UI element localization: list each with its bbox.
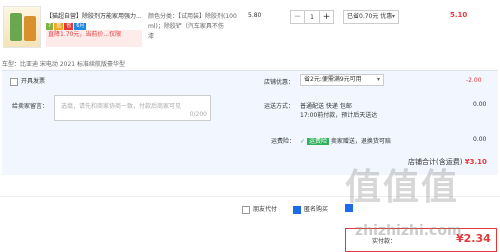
- store-discount-label: 店铺优惠：: [264, 79, 295, 86]
- tag-badge: 蓝: [54, 23, 64, 30]
- shipping-eta: 17:00前付款，预计后天送达: [300, 112, 378, 119]
- pay-amount-value: 2.34: [463, 232, 491, 245]
- tag-badge: 6月: [74, 23, 87, 30]
- tag-badge: 7: [46, 23, 54, 30]
- decrease-button[interactable]: −: [291, 11, 304, 23]
- message-label: 给卖家留言：: [12, 103, 49, 110]
- product-thumbnail[interactable]: [3, 6, 41, 48]
- product-image-scraper: [24, 16, 36, 41]
- watermark-url: zhizhizhi.com: [355, 223, 462, 239]
- spec-line: 漆: [148, 33, 155, 40]
- chevron-down-icon: ▾: [376, 76, 380, 83]
- anonymous-option[interactable]: 匿名购买: [293, 204, 328, 214]
- check-icon: ✓: [300, 138, 306, 145]
- item-total: 5.10: [450, 11, 468, 19]
- shipping-amount: 0.00: [473, 101, 487, 108]
- product-title-text[interactable]: 【猫超自营】除胶剂万能家用强力...: [46, 13, 142, 20]
- store-discount-value: 省2元:便需满9元可用: [304, 76, 362, 83]
- increase-button[interactable]: +: [320, 11, 333, 23]
- return-insurance-amount: 0.00: [473, 136, 487, 143]
- currency-symbol: ¥: [456, 232, 464, 245]
- promo-select-value: 已省0.70元 优惠: [347, 13, 393, 20]
- pay-amount: ¥2.34: [456, 232, 491, 245]
- quantity-stepper[interactable]: − 1 +: [290, 10, 334, 24]
- friend-pay-label: 朋友代付: [253, 206, 278, 213]
- return-insurance-text: 卖家赠送，退换货可赔: [330, 138, 391, 145]
- friend-pay-checkbox[interactable]: [242, 205, 250, 214]
- invoice-label: 开具发票: [21, 78, 46, 85]
- spec-line: 颜色分类：【试用装】除胶剂(100: [148, 13, 237, 20]
- store-discount-select[interactable]: 省2元:便需满9元可用 ▾: [300, 74, 384, 86]
- seller-message-input[interactable]: 选填，请先和商家协商一致，付款后商家可见 0/200: [54, 95, 211, 121]
- return-insurance-label: 运费险：: [271, 138, 296, 145]
- store-discount-amount: -2.00: [466, 77, 482, 84]
- product-image-bottle: [10, 13, 22, 41]
- anonymous-checkbox[interactable]: [293, 205, 301, 214]
- unit-price: 5.80: [248, 12, 262, 19]
- product-spec: 颜色分类：【试用装】除胶剂(100 ml)；除胶铲（汽车家具不伤 漆: [148, 12, 243, 42]
- watermark-logo: 值值值: [345, 167, 460, 208]
- pay-label: 实付款：: [372, 238, 397, 245]
- benefit-banner: 直降1.70元，当前价...仅限: [46, 30, 142, 47]
- shipping-label: 运送方式：: [264, 103, 295, 110]
- vehicle-info: 车型：比亚迪 宋电动 2021 标准续航版豪华型: [2, 61, 125, 68]
- invoice-option[interactable]: 开具发票: [10, 76, 45, 86]
- return-insurance-option[interactable]: ✓ 运费险 卖家赠送，退换货可赔: [300, 136, 391, 145]
- message-counter: 0/200: [189, 111, 207, 118]
- return-insurance-badge: 运费险: [306, 138, 329, 145]
- shipping-method: 普通配送 快递 包邮: [300, 103, 352, 110]
- quantity-value[interactable]: 1: [304, 11, 320, 23]
- tag-badge: 省: [64, 23, 74, 30]
- invoice-checkbox[interactable]: [10, 77, 18, 86]
- promo-select[interactable]: 已省0.70元 优惠 ▾: [343, 10, 399, 24]
- spec-line: ml)；除胶铲（汽车家具不伤: [148, 23, 224, 30]
- anonymous-label: 匿名购买: [304, 206, 329, 213]
- message-placeholder: 选填，请先和商家协商一致，付款后商家可见: [61, 103, 182, 110]
- chevron-down-icon: ▾: [391, 13, 395, 20]
- friend-pay-option[interactable]: 朋友代付: [242, 204, 277, 214]
